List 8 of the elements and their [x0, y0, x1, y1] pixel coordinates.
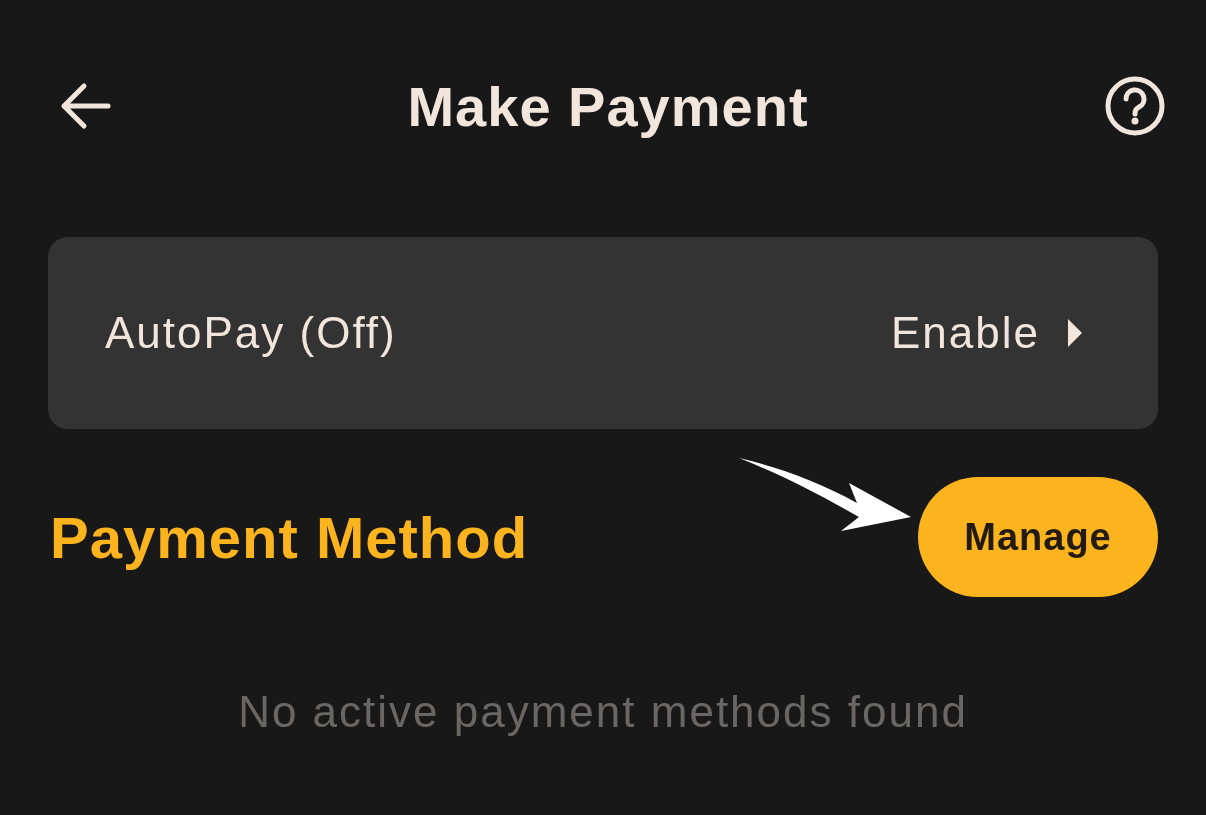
caret-icon — [1068, 319, 1082, 347]
empty-message: No active payment methods found — [237, 687, 969, 737]
page-title: Make Payment — [407, 73, 809, 139]
manage-button[interactable]: Manage — [918, 477, 1158, 597]
help-icon[interactable] — [1104, 75, 1166, 137]
autopay-label: AutoPay (Off) — [105, 308, 397, 358]
section-heading: Payment Method — [50, 503, 529, 571]
enable-link[interactable]: Enable — [891, 308, 1082, 358]
